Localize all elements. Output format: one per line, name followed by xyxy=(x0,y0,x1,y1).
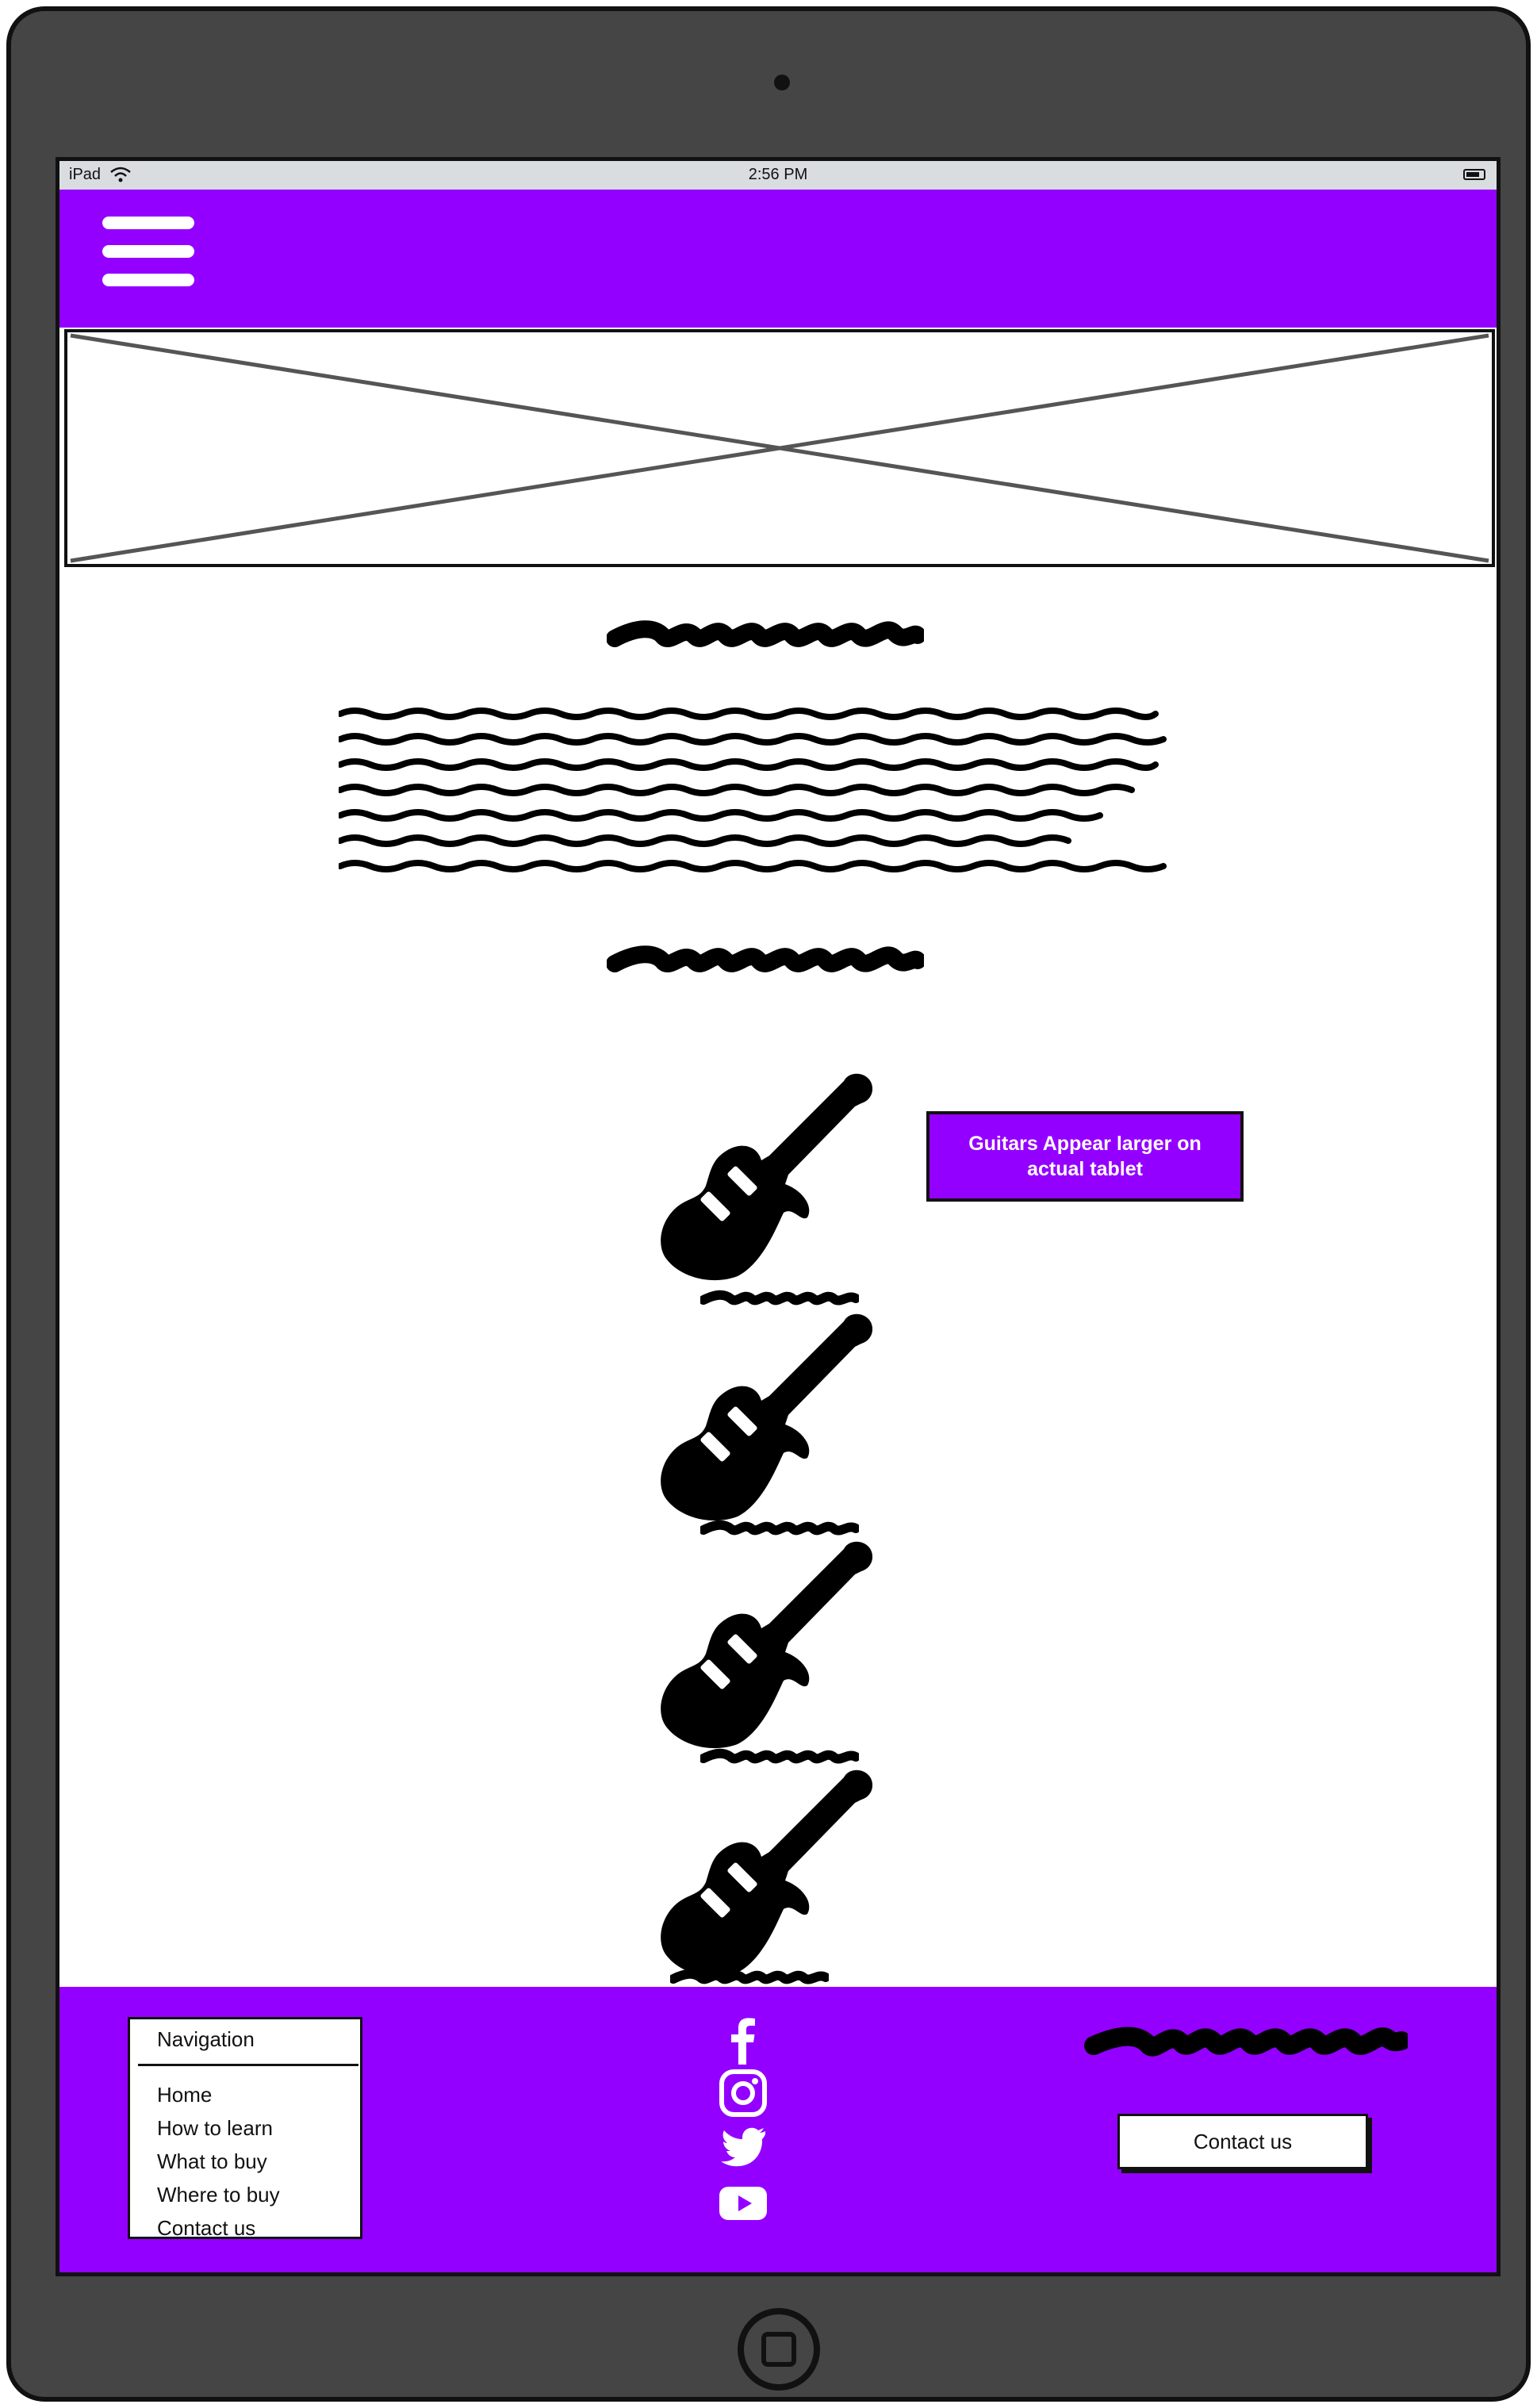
hamburger-menu-icon[interactable] xyxy=(102,217,194,286)
contact-us-button[interactable]: Contact us xyxy=(1117,2114,1368,2169)
home-button-icon[interactable] xyxy=(738,2308,820,2391)
nav-link-contact-us[interactable]: Contact us xyxy=(157,2211,280,2245)
nav-link-where-to-buy[interactable]: Where to buy xyxy=(157,2178,280,2211)
heading-scribble xyxy=(607,620,924,647)
facebook-icon[interactable] xyxy=(718,2015,768,2066)
navigation-title: Navigation xyxy=(157,2027,255,2051)
twitter-icon[interactable] xyxy=(718,2120,768,2171)
camera-icon xyxy=(774,75,790,90)
paragraph-scribble xyxy=(339,707,1167,872)
nav-link-what-to-buy[interactable]: What to buy xyxy=(157,2145,280,2178)
footer-heading-scribble xyxy=(1084,2026,1408,2057)
home-button-square xyxy=(761,2332,796,2367)
youtube-icon[interactable] xyxy=(718,2177,768,2228)
guitar-icon[interactable] xyxy=(658,1307,872,1521)
guitar-caption-scribble xyxy=(700,1290,859,1306)
status-time: 2:56 PM xyxy=(748,166,808,183)
battery-icon xyxy=(1463,169,1485,180)
nav-link-home[interactable]: Home xyxy=(157,2078,280,2111)
guitar-caption-scribble xyxy=(670,1969,829,1984)
instagram-icon[interactable] xyxy=(718,2068,768,2119)
navigation-divider xyxy=(138,2064,358,2066)
tablet-frame: iPad 2:56 PM Guitars Appear larger on ac… xyxy=(6,6,1531,2402)
screen: iPad 2:56 PM Guitars Appear larger on ac… xyxy=(56,157,1501,2276)
heading-scribble xyxy=(607,945,924,972)
header-bar xyxy=(59,190,1497,328)
placeholder-cross xyxy=(70,333,1489,563)
footer: Navigation Home How to learn What to buy… xyxy=(59,1987,1497,2272)
nav-link-how-to-learn[interactable]: How to learn xyxy=(157,2111,280,2145)
callout-note: Guitars Appear larger on actual tablet xyxy=(926,1111,1244,1202)
guitar-icon[interactable] xyxy=(658,1067,872,1281)
footer-navigation: Navigation Home How to learn What to buy… xyxy=(128,2017,362,2240)
guitar-icon[interactable] xyxy=(658,1763,872,1977)
guitar-icon[interactable] xyxy=(658,1535,872,1749)
banner-image-placeholder xyxy=(64,329,1495,567)
status-bar: iPad 2:56 PM xyxy=(59,161,1497,190)
